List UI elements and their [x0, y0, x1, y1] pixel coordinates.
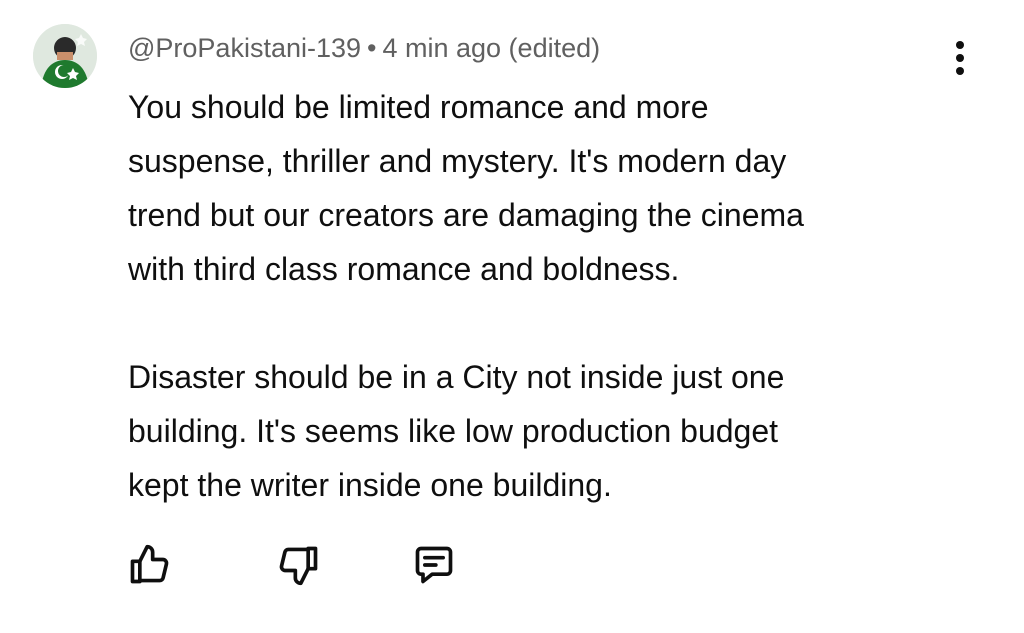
comment-paragraph: Disaster should be in a City not inside …	[128, 359, 785, 503]
comment-author[interactable]: @ProPakistani-139	[128, 33, 361, 63]
more-options-button[interactable]	[940, 36, 980, 80]
comment-card: @ProPakistani-139 • 4 min ago (edited) You…	[0, 0, 1024, 633]
avatar-image	[33, 24, 97, 88]
comment-body: You should be limited romance and more s…	[128, 80, 948, 512]
meta-separator: •	[367, 33, 377, 63]
avatar[interactable]	[33, 24, 97, 88]
thumbs-down-icon	[279, 546, 318, 586]
reply-comment-icon	[415, 546, 453, 584]
more-vertical-icon	[956, 41, 964, 49]
like-button[interactable]	[124, 540, 174, 590]
comment-timestamp[interactable]: 4 min ago (edited)	[382, 33, 600, 63]
comment-meta: @ProPakistani-139 • 4 min ago (edited)	[128, 30, 600, 66]
comment-paragraph: You should be limited romance and more s…	[128, 89, 804, 287]
dislike-button[interactable]	[274, 540, 324, 590]
thumbs-up-icon	[130, 544, 169, 584]
reply-button[interactable]	[409, 540, 459, 590]
